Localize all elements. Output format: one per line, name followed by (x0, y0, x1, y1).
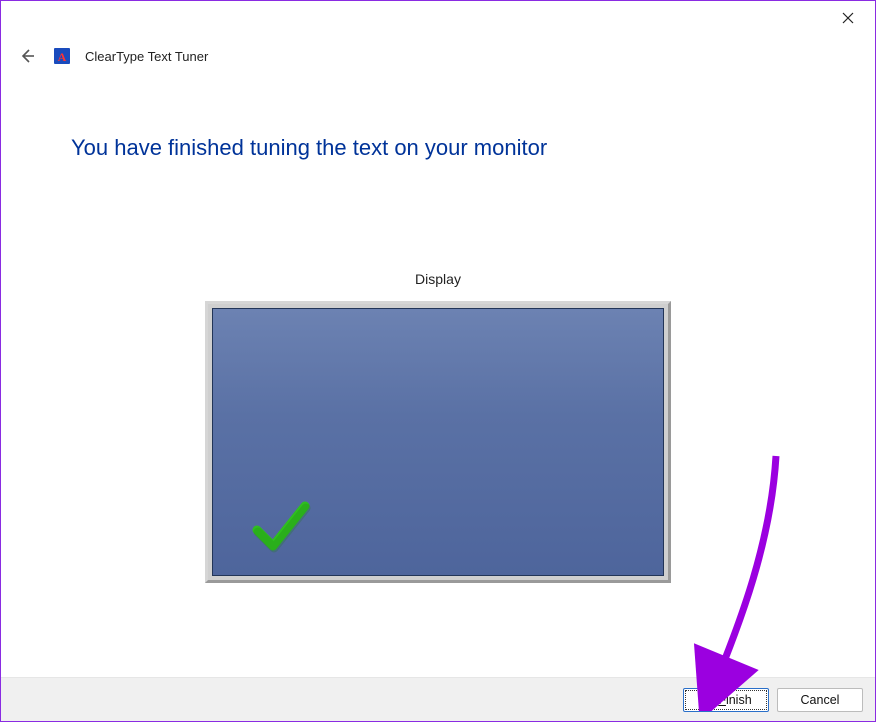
footer: Finish Cancel (1, 677, 875, 721)
finish-button-label: Finish (718, 693, 751, 707)
cancel-button[interactable]: Cancel (777, 688, 863, 712)
close-button[interactable] (825, 3, 871, 33)
svg-text:A: A (58, 50, 67, 64)
close-icon (842, 12, 854, 24)
app-icon: A (53, 47, 71, 65)
finish-button[interactable]: Finish (683, 688, 769, 712)
arrow-left-icon (18, 47, 36, 65)
checkmark-icon (249, 496, 313, 561)
monitor-preview (205, 301, 671, 583)
back-button[interactable] (15, 44, 39, 68)
shield-icon (700, 693, 714, 707)
app-title: ClearType Text Tuner (85, 49, 208, 64)
titlebar (1, 1, 875, 37)
monitor-preview-wrap (71, 301, 805, 583)
cancel-button-label: Cancel (801, 693, 840, 707)
header: A ClearType Text Tuner (15, 41, 861, 71)
display-label: Display (71, 271, 805, 287)
content-area: You have finished tuning the text on you… (71, 101, 805, 661)
monitor-screen (212, 308, 664, 576)
page-heading: You have finished tuning the text on you… (71, 135, 805, 161)
